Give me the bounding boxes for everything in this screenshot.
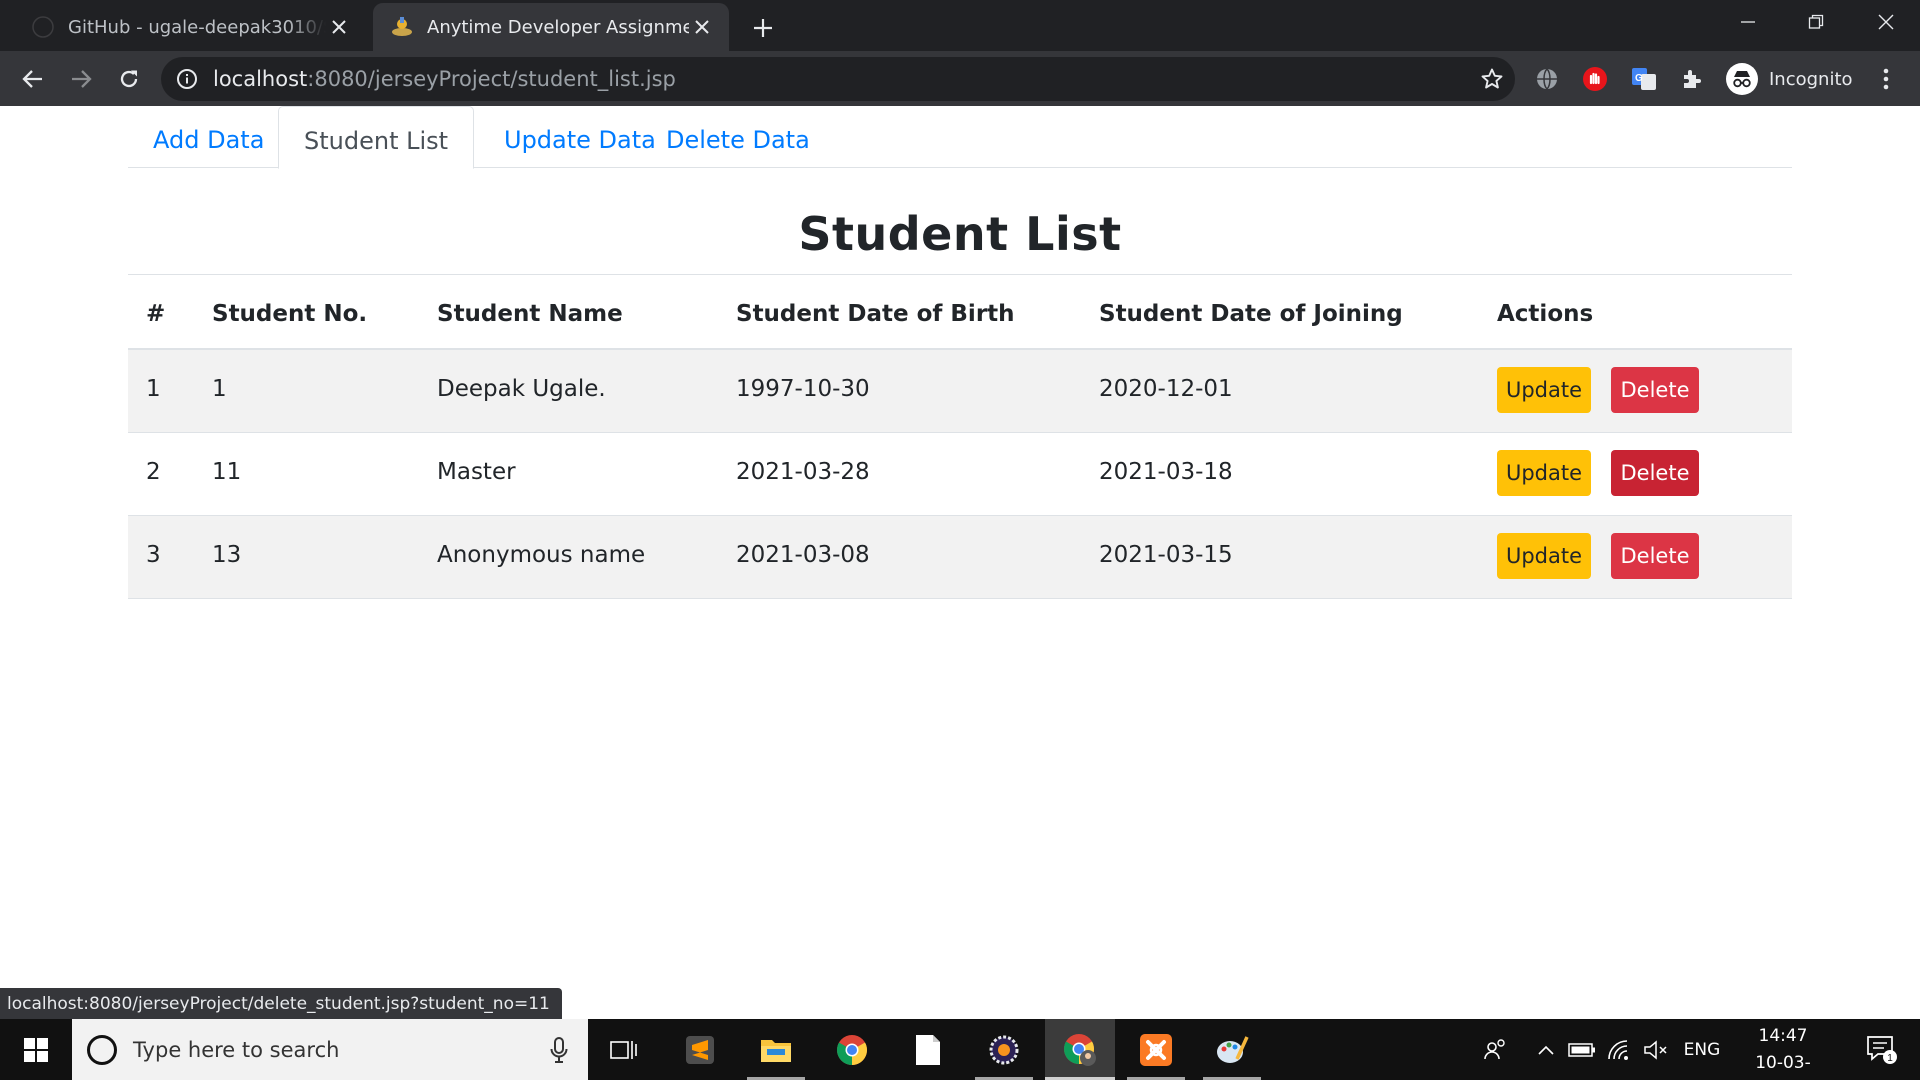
- profile-label: Incognito: [1769, 68, 1853, 90]
- cell-index: 2: [146, 459, 161, 485]
- globe-extension-icon[interactable]: [1533, 65, 1561, 93]
- jersey-project-icon: [391, 16, 413, 38]
- delete-button[interactable]: Delete: [1611, 533, 1699, 579]
- taskbar-clock[interactable]: 14:47 10-03-2021: [1736, 1019, 1830, 1080]
- taskbar-search-placeholder: Type here to search: [133, 1037, 340, 1062]
- update-button[interactable]: Update: [1497, 367, 1591, 413]
- cell-student-name: Master: [437, 459, 516, 485]
- wifi-icon[interactable]: [1604, 1019, 1636, 1080]
- file-explorer-icon[interactable]: [741, 1019, 811, 1080]
- google-translate-icon[interactable]: G: [1630, 65, 1658, 93]
- column-header-doj: Student Date of Joining: [1099, 301, 1403, 327]
- url-text[interactable]: localhost:8080/jerseyProject/student_lis…: [213, 57, 676, 101]
- table-row: 1 1 Deepak Ugale. 1997-10-30 2020-12-01 …: [128, 350, 1792, 433]
- cell-doj: 2021-03-15: [1099, 542, 1233, 568]
- clock-time: 14:47: [1758, 1026, 1808, 1046]
- tab-title: Anytime Developer Assignment: [427, 16, 689, 38]
- paint-palette-icon[interactable]: [1197, 1019, 1267, 1080]
- update-button[interactable]: Update: [1497, 450, 1591, 496]
- volume-muted-icon[interactable]: [1640, 1019, 1672, 1080]
- cell-dob: 2021-03-28: [736, 459, 870, 485]
- forward-arrow-icon[interactable]: [61, 59, 101, 99]
- site-info-icon[interactable]: [175, 67, 199, 91]
- cell-student-no: 13: [212, 542, 242, 568]
- github-icon: [32, 16, 54, 38]
- cell-index: 1: [146, 376, 161, 402]
- column-header-index: #: [146, 301, 166, 327]
- microphone-icon[interactable]: [544, 1035, 574, 1065]
- table-header-row: # Student No. Student Name Student Date …: [128, 274, 1792, 350]
- url-path: :8080/jerseyProject/student_list.jsp: [307, 67, 676, 91]
- update-button[interactable]: Update: [1497, 533, 1591, 579]
- cell-index: 3: [146, 542, 161, 568]
- back-arrow-icon[interactable]: [13, 59, 53, 99]
- browser-menu-icon[interactable]: [1872, 65, 1900, 93]
- incognito-profile-button[interactable]: Incognito: [1720, 60, 1856, 98]
- adblock-hand-icon[interactable]: [1581, 65, 1609, 93]
- tab-add-data[interactable]: Add Data: [128, 106, 289, 168]
- tab-delete-data[interactable]: Delete Data: [641, 106, 835, 168]
- cell-dob: 1997-10-30: [736, 376, 870, 402]
- delete-button[interactable]: Delete: [1611, 450, 1699, 496]
- sublime-text-icon[interactable]: [665, 1019, 735, 1080]
- student-table: # Student No. Student Name Student Date …: [128, 274, 1792, 599]
- new-tab-plus-icon[interactable]: [746, 11, 780, 45]
- browser-toolbar: localhost:8080/jerseyProject/student_lis…: [0, 51, 1920, 106]
- reload-icon[interactable]: [109, 59, 149, 99]
- cell-student-name: Anonymous name: [437, 542, 646, 568]
- battery-icon[interactable]: [1566, 1019, 1598, 1080]
- notepad-document-icon[interactable]: [893, 1019, 963, 1080]
- cell-student-no: 11: [212, 459, 242, 485]
- notification-count: 1: [1887, 1053, 1893, 1064]
- nav-tabs: Add Data Student List Update Data Delete…: [128, 106, 1792, 169]
- cell-dob: 2021-03-08: [736, 542, 870, 568]
- incognito-icon: [1726, 63, 1758, 95]
- table-row: 2 11 Master 2021-03-28 2021-03-18 Update…: [128, 433, 1792, 516]
- tab-student-list[interactable]: Student List: [278, 106, 475, 169]
- windows-start-icon[interactable]: [0, 1019, 71, 1080]
- bookmark-star-icon[interactable]: [1479, 66, 1505, 92]
- address-bar[interactable]: localhost:8080/jerseyProject/student_lis…: [161, 57, 1515, 101]
- close-window-icon[interactable]: [1852, 0, 1920, 44]
- page-content: Add Data Student List Update Data Delete…: [0, 106, 1920, 1019]
- cell-student-no: 1: [212, 376, 227, 402]
- show-hidden-icons-chevron-icon[interactable]: [1532, 1019, 1560, 1080]
- table-row: 3 13 Anonymous name 2021-03-08 2021-03-1…: [128, 516, 1792, 599]
- action-center-icon[interactable]: 1: [1854, 1019, 1910, 1080]
- cell-student-name: Deepak Ugale.: [437, 376, 606, 402]
- windows-taskbar: Type here to search ENG 14:47 10-03- 1: [0, 1019, 1920, 1080]
- people-icon[interactable]: [1476, 1019, 1516, 1080]
- chrome-icon[interactable]: [817, 1019, 887, 1080]
- eclipse-ide-icon[interactable]: [969, 1019, 1039, 1080]
- extensions-puzzle-icon[interactable]: [1678, 65, 1706, 93]
- clock-date: 10-03-2021: [1755, 1053, 1811, 1073]
- close-tab-icon[interactable]: [689, 14, 715, 40]
- link-status-bubble: localhost:8080/jerseyProject/delete_stud…: [0, 988, 562, 1020]
- delete-button[interactable]: Delete: [1611, 367, 1699, 413]
- language-indicator[interactable]: ENG: [1680, 1019, 1724, 1080]
- svg-text:G: G: [1635, 73, 1643, 84]
- task-view-icon[interactable]: [589, 1019, 659, 1080]
- restore-window-icon[interactable]: [1782, 0, 1850, 44]
- xampp-icon[interactable]: [1121, 1019, 1191, 1080]
- browser-title-bar: GitHub - ugale-deepak3010/Simple-Student…: [0, 0, 1920, 51]
- column-header-actions: Actions: [1497, 301, 1594, 327]
- taskbar-search-box[interactable]: Type here to search: [72, 1019, 588, 1080]
- browser-tab-active[interactable]: Anytime Developer Assignment: [373, 3, 729, 51]
- cell-doj: 2021-03-18: [1099, 459, 1233, 485]
- close-tab-icon[interactable]: [326, 14, 352, 40]
- tab-title: GitHub - ugale-deepak3010/Simple-Student…: [68, 16, 326, 38]
- browser-tab-github[interactable]: GitHub - ugale-deepak3010/Simple-Student…: [14, 3, 366, 51]
- page-title: Student List: [798, 207, 1122, 261]
- column-header-student-name: Student Name: [437, 301, 623, 327]
- chrome-incognito-icon[interactable]: [1045, 1019, 1115, 1080]
- minimize-window-icon[interactable]: [1714, 0, 1782, 44]
- column-header-student-no: Student No.: [212, 301, 368, 327]
- url-host: localhost: [213, 67, 308, 91]
- cell-doj: 2020-12-01: [1099, 376, 1233, 402]
- column-header-dob: Student Date of Birth: [736, 301, 1015, 327]
- cortana-icon: [87, 1034, 117, 1065]
